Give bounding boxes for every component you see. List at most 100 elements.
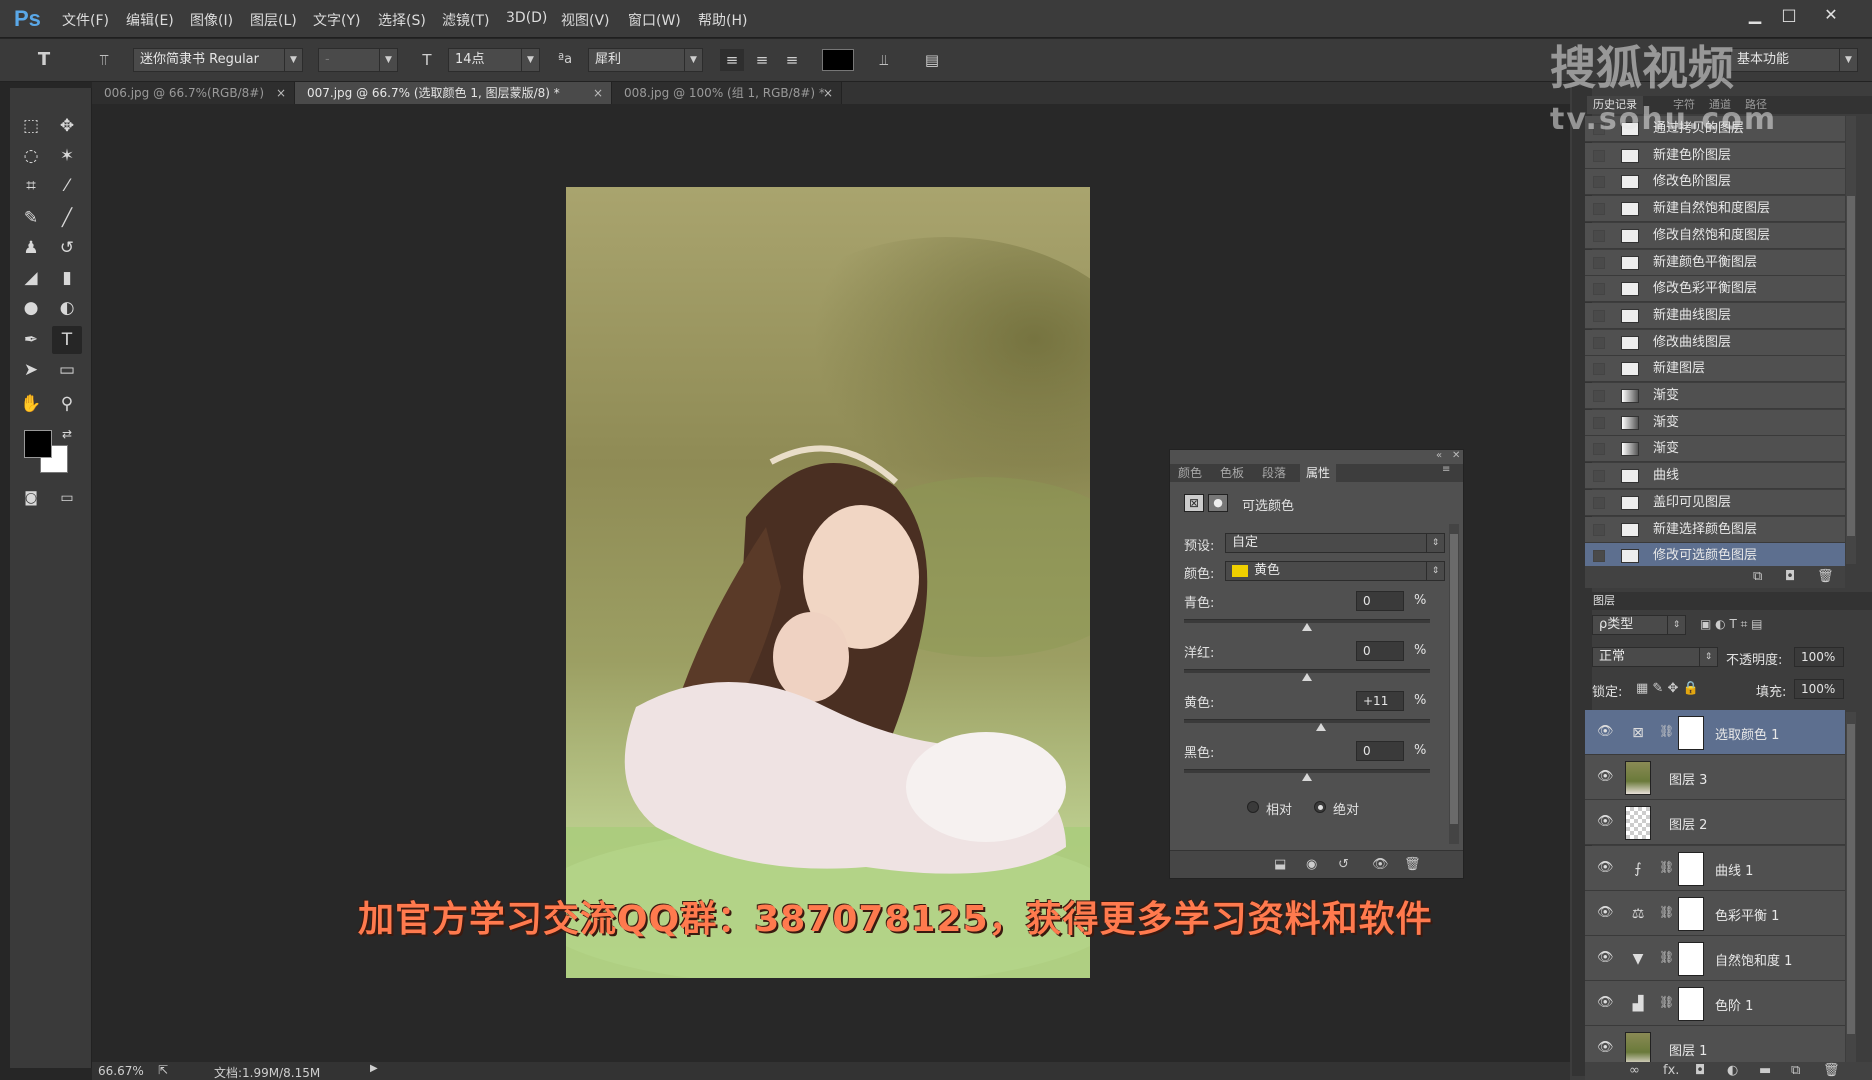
- history-source-checkbox[interactable]: [1593, 390, 1605, 402]
- menu-3d[interactable]: 3D(D): [506, 10, 547, 26]
- tab-008[interactable]: 008.jpg @ 100% (组 1, RGB/8#) * ×: [612, 82, 842, 104]
- fill-field[interactable]: 100%: [1794, 679, 1844, 699]
- type-tool-icon[interactable]: T: [52, 326, 82, 354]
- menu-filter[interactable]: 滤镜(T): [442, 10, 489, 30]
- align-right-icon[interactable]: ≡: [780, 49, 804, 71]
- layer-mask-thumbnail[interactable]: [1678, 896, 1704, 931]
- adjustment-layer-icon[interactable]: ◐: [1727, 1063, 1738, 1078]
- tab-swatches[interactable]: 色板: [1220, 464, 1244, 482]
- history-source-checkbox[interactable]: [1593, 496, 1605, 509]
- antialias-select[interactable]: 犀利 ▼: [588, 48, 703, 72]
- quick-mask-icon[interactable]: ◙: [16, 484, 46, 512]
- clip-to-layer-icon[interactable]: ⬓: [1274, 857, 1286, 872]
- history-item[interactable]: 渐变: [1585, 436, 1845, 463]
- close-tab-icon[interactable]: ×: [823, 82, 833, 104]
- history-item[interactable]: 曲线: [1585, 463, 1845, 490]
- history-source-checkbox[interactable]: [1593, 443, 1605, 456]
- history-item[interactable]: 修改色彩平衡图层: [1585, 276, 1845, 303]
- font-size-select[interactable]: 14点 ▼: [448, 48, 540, 72]
- restore-button[interactable]: □: [1774, 4, 1804, 26]
- tab-properties[interactable]: 属性: [1300, 464, 1337, 482]
- history-item[interactable]: 盖印可见图层: [1585, 489, 1845, 516]
- history-source-checkbox[interactable]: [1593, 176, 1605, 189]
- layers-scrollbar[interactable]: [1846, 712, 1856, 1062]
- history-source-checkbox[interactable]: [1593, 523, 1605, 536]
- slider-thumb[interactable]: [1315, 723, 1326, 731]
- layer-mask-thumbnail[interactable]: [1678, 987, 1704, 1022]
- brush-tool-icon[interactable]: ╱: [52, 204, 82, 232]
- eye-icon[interactable]: 👁: [1597, 769, 1614, 785]
- history-item[interactable]: 修改自然饱和度图层: [1585, 222, 1845, 249]
- magic-wand-icon[interactable]: ✶: [52, 142, 82, 170]
- history-source-checkbox[interactable]: [1593, 256, 1605, 269]
- slider-thumb[interactable]: [1302, 673, 1312, 681]
- eye-icon[interactable]: 👁: [1597, 950, 1614, 966]
- type-tool-icon[interactable]: T: [32, 49, 56, 71]
- screen-mode-icon[interactable]: ▭: [52, 484, 82, 512]
- history-source-checkbox[interactable]: [1593, 309, 1605, 322]
- history-source-checkbox[interactable]: [1593, 203, 1605, 216]
- layer-filter-select[interactable]: ρ类型 ⇕: [1592, 615, 1686, 635]
- layer-row[interactable]: 👁 ▟ ⛓ 色阶 1: [1585, 981, 1845, 1027]
- menu-view[interactable]: 视图(V): [561, 10, 610, 30]
- tab-paragraph[interactable]: 段落: [1262, 464, 1286, 482]
- menu-edit[interactable]: 编辑(E): [126, 10, 174, 30]
- eye-icon[interactable]: 👁: [1597, 995, 1614, 1011]
- dodge-tool-icon[interactable]: ◐: [52, 294, 82, 322]
- close-tab-icon[interactable]: ×: [276, 82, 286, 104]
- play-arrow-icon[interactable]: ▶: [370, 1063, 378, 1074]
- layer-row[interactable]: 👁 ⚖ ⛓ 色彩平衡 1: [1585, 890, 1845, 936]
- chain-link-icon[interactable]: ⛓: [1659, 950, 1674, 964]
- chain-link-icon[interactable]: ⛓: [1659, 724, 1674, 738]
- path-select-icon[interactable]: ➤: [16, 356, 46, 384]
- move-tool-icon[interactable]: ✥: [52, 112, 82, 140]
- history-item[interactable]: 修改曲线图层: [1585, 329, 1845, 356]
- link-layers-icon[interactable]: ∞: [1629, 1063, 1640, 1078]
- swap-colors-icon[interactable]: ⇄: [52, 420, 82, 448]
- history-brush-icon[interactable]: ↺: [52, 234, 82, 262]
- hand-tool-icon[interactable]: ✋: [16, 390, 46, 418]
- history-item[interactable]: 新建曲线图层: [1585, 302, 1845, 329]
- menu-type[interactable]: 文字(Y): [313, 10, 360, 30]
- history-item[interactable]: 新建选择颜色图层: [1585, 516, 1845, 543]
- text-orientation-icon[interactable]: ⫪: [92, 49, 116, 71]
- preset-select[interactable]: 自定 ⇕: [1225, 533, 1445, 553]
- history-source-checkbox[interactable]: [1593, 229, 1605, 242]
- healing-brush-icon[interactable]: ✎: [16, 204, 46, 232]
- eye-icon[interactable]: 👁: [1597, 860, 1614, 876]
- export-icon[interactable]: ⇱: [158, 1063, 168, 1077]
- menu-file[interactable]: 文件(F): [62, 10, 109, 30]
- chain-link-icon[interactable]: ⛓: [1659, 995, 1674, 1009]
- delete-icon[interactable]: 🗑: [1817, 569, 1834, 584]
- layer-filter-icons[interactable]: ▣ ◐ T ⌗ ▤: [1700, 617, 1763, 632]
- font-style-select[interactable]: - ▼: [318, 48, 398, 72]
- tab-006[interactable]: 006.jpg @ 66.7%(RGB/8#) ×: [92, 82, 295, 104]
- close-tab-icon[interactable]: ×: [593, 82, 603, 104]
- opacity-field[interactable]: 100%: [1794, 647, 1844, 667]
- collapse-panel-icon[interactable]: «: [1436, 450, 1442, 461]
- marquee-tool-icon[interactable]: ⬚: [16, 112, 46, 140]
- pen-tool-icon[interactable]: ✒: [16, 326, 46, 354]
- history-item[interactable]: 新建自然饱和度图层: [1585, 196, 1845, 223]
- zoom-tool-icon[interactable]: ⚲: [52, 390, 82, 418]
- menu-layer[interactable]: 图层(L): [250, 10, 297, 30]
- eye-icon[interactable]: 👁: [1597, 814, 1614, 830]
- lasso-tool-icon[interactable]: ◌: [16, 142, 46, 170]
- add-mask-icon[interactable]: ◘: [1695, 1063, 1705, 1078]
- panel-menu-icon[interactable]: ≡: [1442, 464, 1450, 475]
- new-group-icon[interactable]: ▬: [1759, 1063, 1771, 1078]
- fx-icon[interactable]: fx.: [1663, 1063, 1679, 1078]
- reset-icon[interactable]: ↺: [1338, 857, 1349, 872]
- layer-mask-thumbnail[interactable]: [1678, 942, 1704, 976]
- layer-row[interactable]: 👁 ⨍ ⛓ 曲线 1: [1585, 845, 1845, 891]
- minimize-button[interactable]: ▁: [1740, 4, 1770, 26]
- shape-tool-icon[interactable]: ▭: [52, 356, 82, 384]
- crop-tool-icon[interactable]: ⌗: [16, 172, 46, 200]
- magenta-value-field[interactable]: 0: [1356, 641, 1404, 661]
- properties-scrollbar[interactable]: [1449, 524, 1459, 844]
- yellow-value-field[interactable]: +11: [1356, 691, 1404, 711]
- foreground-color-swatch[interactable]: [24, 430, 52, 458]
- document-photo[interactable]: [566, 187, 1090, 978]
- eye-icon[interactable]: 👁: [1597, 724, 1614, 740]
- blend-mode-select[interactable]: 正常 ⇕: [1592, 647, 1718, 667]
